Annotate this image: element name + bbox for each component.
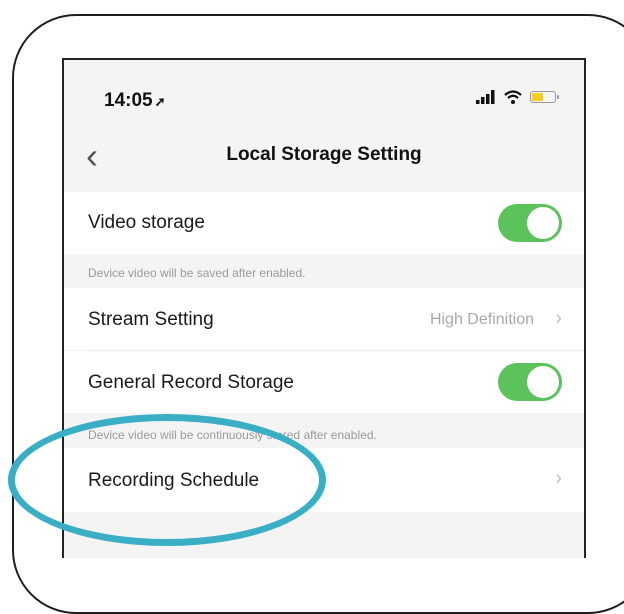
status-icons	[476, 90, 559, 104]
battery-level	[532, 93, 543, 101]
cellular-signal-icon	[476, 90, 495, 104]
toggle-knob	[527, 366, 559, 398]
chevron-right-icon: ›	[555, 308, 562, 329]
page-title: Local Storage Setting	[226, 144, 422, 165]
stream-setting-row[interactable]: Stream Setting High Definition ›	[64, 288, 584, 350]
general-record-storage-row: General Record Storage	[64, 351, 584, 413]
general-record-storage-toggle[interactable]	[498, 363, 562, 401]
video-storage-row: Video storage	[64, 192, 584, 254]
battery-icon	[530, 91, 559, 103]
status-time-text: 14:05	[104, 90, 153, 111]
chevron-right-icon: ›	[555, 468, 562, 489]
stream-setting-label: Stream Setting	[88, 309, 214, 330]
status-time: 14:05 ➚	[104, 90, 166, 112]
video-storage-toggle[interactable]	[498, 204, 562, 242]
status-bar: 14:05 ➚	[64, 60, 584, 132]
wifi-icon	[504, 90, 522, 104]
nav-bar: ‹ Local Storage Setting	[64, 132, 584, 192]
location-arrow-icon: ➚	[154, 94, 166, 109]
stream-setting-value: High Definition	[429, 311, 534, 328]
highlight-ring-annotation	[8, 414, 326, 546]
toggle-knob	[527, 207, 559, 239]
general-record-storage-label: General Record Storage	[88, 372, 294, 393]
video-storage-hint: Device video will be saved after enabled…	[88, 266, 306, 280]
video-storage-label: Video storage	[88, 212, 205, 233]
